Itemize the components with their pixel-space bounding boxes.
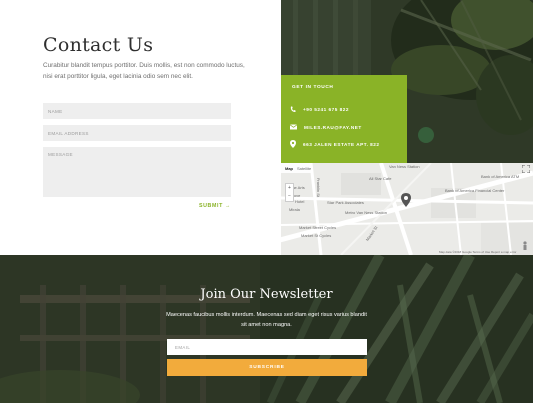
newsletter-title: Join Our Newsletter <box>200 287 333 302</box>
phone-icon <box>290 106 296 112</box>
phone-text: +90 5241 675 822 <box>303 106 349 112</box>
submit-label: SUBMIT <box>199 203 223 209</box>
zoom-controls: + − <box>285 183 294 202</box>
address-row: 663 JALEN ESTATE APT. 822 <box>290 139 380 149</box>
map-label-metro-van-ness: Metro Van Ness Station <box>345 210 387 215</box>
subscribe-button[interactable]: SUBSCRIBE <box>167 359 367 376</box>
map-label-star-park: Star Park Associates <box>327 200 364 205</box>
phone-row: +90 5241 675 822 <box>290 104 349 114</box>
envelope-icon <box>290 124 297 130</box>
contact-info-box: GET IN TOUCH +90 5241 675 822 MILES.RAU@… <box>281 75 407 163</box>
email-address-input[interactable] <box>43 125 231 141</box>
map-label-franklin-st: Franklin St <box>316 177 322 198</box>
contact-intro-text: Curabitur blandit tempus porttitor. Duis… <box>43 62 245 80</box>
map-label-mirala: Mirala <box>289 207 300 212</box>
zoom-out-button[interactable]: − <box>286 192 293 200</box>
newsletter-description: Maecenas faucibus mollis interdum. Maece… <box>166 312 367 328</box>
map-marker-icon[interactable] <box>401 193 411 207</box>
map-label-market-street-cycles: Market Street Cycles <box>299 225 337 230</box>
map-tab[interactable]: Map <box>285 166 293 171</box>
name-input[interactable] <box>43 103 231 119</box>
fullscreen-icon[interactable] <box>522 165 530 173</box>
zoom-in-button[interactable]: + <box>286 184 293 192</box>
info-heading: GET IN TOUCH <box>292 85 334 90</box>
map-label-bank-fc: Bank of America Financial Center <box>445 188 505 193</box>
map-label-bank-atm: Bank of America ATM <box>481 174 520 179</box>
map-label-van-ness: Van Ness Station <box>389 164 420 169</box>
map-pin-icon <box>290 140 296 148</box>
message-textarea[interactable] <box>43 147 231 197</box>
address-text: 663 JALEN ESTATE APT. 822 <box>303 141 380 147</box>
map-label-hotel: Hotel <box>295 199 305 204</box>
satellite-tab[interactable]: Satellite <box>297 166 311 171</box>
map-footer: Map data ©2018 Google Terms of Use Repor… <box>439 250 517 254</box>
newsletter-email-input[interactable] <box>167 339 367 355</box>
arrow-right-icon: → <box>224 203 231 209</box>
map-label-market-st-cycles: Market St Cycles <box>301 233 332 238</box>
pegman-icon[interactable] <box>522 241 528 251</box>
location-map[interactable]: Map Satellite Van Ness Station All Star … <box>281 163 533 255</box>
submit-button[interactable]: SUBMIT → <box>199 203 231 209</box>
map-label-all-star-cafe: All Star Cafe <box>369 176 392 181</box>
email-row: MILES.RAU@FAY.NET <box>290 122 362 132</box>
contact-title: Contact Us <box>43 34 154 56</box>
email-text: MILES.RAU@FAY.NET <box>304 124 362 130</box>
